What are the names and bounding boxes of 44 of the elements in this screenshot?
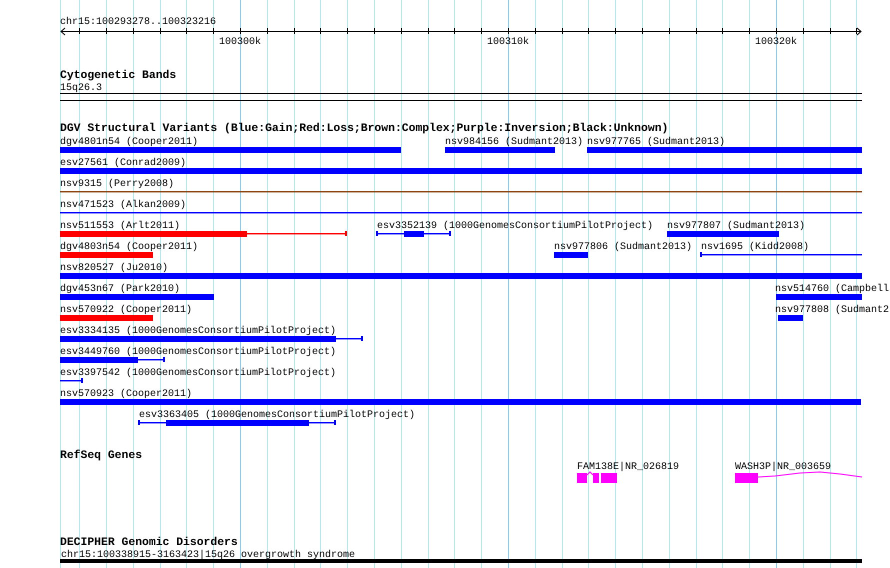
- region-label[interactable]: chr15:100338915-3163423|15q26 overgrowth syndrome: [61, 550, 356, 561]
- variant-label[interactable]: nsv9315 (Perry2008): [60, 179, 174, 190]
- variant-label[interactable]: esv27561 (Conrad2009): [60, 158, 186, 169]
- variant-label[interactable]: nsv471523 (Alkan2009): [60, 200, 186, 211]
- variant-bar[interactable]: [376, 231, 451, 237]
- gene-label[interactable]: FAM138E|NR_026819: [577, 462, 680, 473]
- gene-model[interactable]: [577, 471, 617, 483]
- variant-label[interactable]: nsv1695 (Kidd2008): [701, 242, 810, 253]
- variant-label[interactable]: nsv511553 (Arlt2011): [60, 221, 180, 232]
- variant-label[interactable]: nsv977806 (Sudmant2013): [554, 242, 692, 253]
- variant-bar[interactable]: [60, 336, 363, 342]
- variant-label[interactable]: nsv977808 (Sudmant2: [775, 305, 890, 316]
- variant-label[interactable]: esv3352139 (1000GenomesConsortiumPilotProject): [377, 221, 654, 232]
- tick-label: 100320k: [755, 37, 797, 48]
- track-title: DECIPHER Genomic Disorders: [60, 537, 238, 549]
- variant-label[interactable]: dgv4803n54 (Cooper2011): [60, 242, 198, 253]
- variant-label[interactable]: nsv820527 (Ju2010): [60, 263, 168, 274]
- gene-label[interactable]: WASH3P|NR_003659: [735, 462, 832, 473]
- variant-label[interactable]: esv3397542 (1000GenomesConsortiumPilotProject): [60, 368, 336, 379]
- variant-label[interactable]: nsv984156 (Sudmant2013): [445, 137, 584, 148]
- variant-label[interactable]: esv3334135 (1000GenomesConsortiumPilotProject): [60, 326, 336, 337]
- variant-bar[interactable]: [60, 231, 347, 237]
- variant-label[interactable]: nsv514760 (Campbell: [775, 284, 890, 295]
- track-title: Cytogenetic Bands: [60, 70, 176, 82]
- variant-label[interactable]: nsv570923 (Cooper2011): [60, 389, 192, 400]
- variant-bar[interactable]: [60, 378, 83, 383]
- tick-label: 100310k: [487, 37, 529, 48]
- variant-label[interactable]: nsv570922 (Cooper2011): [60, 305, 192, 316]
- band-label: 15q26.3: [60, 83, 102, 94]
- gene-model[interactable]: [735, 472, 862, 483]
- region-bar[interactable]: [60, 559, 862, 563]
- track-title: DGV Structural Variants (Blue:Gain;Red:Loss;Brown:Complex;Purple:Inversion;Black:Unknown): [60, 123, 668, 135]
- track-title: RefSeq Genes: [60, 450, 142, 462]
- variant-label[interactable]: nsv977807 (Sudmant2013): [667, 221, 806, 232]
- variant-label[interactable]: esv3449760 (1000GenomesConsortiumPilotProject): [60, 347, 336, 358]
- tick-label: 100300k: [219, 37, 261, 48]
- variant-label[interactable]: esv3363405 (1000GenomesConsortiumPilotProject): [139, 410, 416, 421]
- variant-bar[interactable]: [138, 420, 336, 426]
- region-coordinates: chr15:100293278..100323216: [60, 17, 216, 28]
- variant-bar[interactable]: [60, 357, 165, 363]
- variant-label[interactable]: dgv453n67 (Park2010): [60, 284, 180, 295]
- variant-label[interactable]: nsv977765 (Sudmant2013): [587, 137, 726, 148]
- variant-bar[interactable]: [700, 252, 862, 257]
- variant-label[interactable]: dgv4801n54 (Cooper2011): [60, 137, 198, 148]
